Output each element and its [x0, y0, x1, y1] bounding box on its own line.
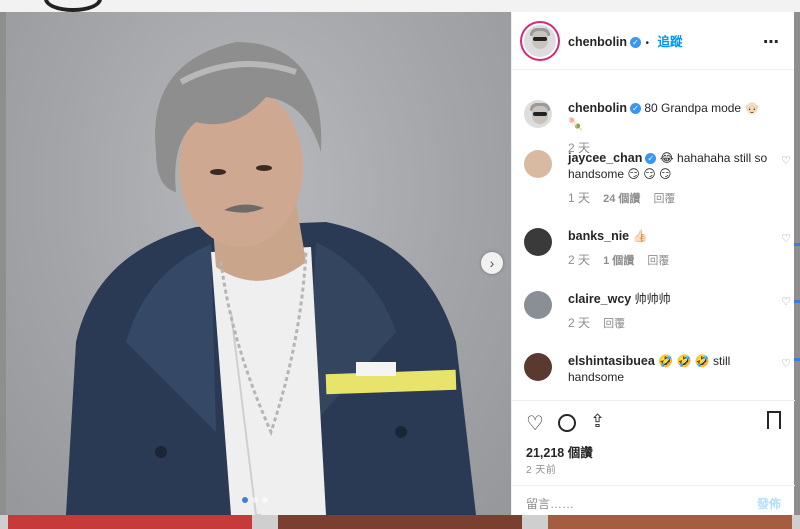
bookmark-icon[interactable] — [767, 411, 781, 429]
background-logo — [44, 0, 102, 12]
post-photo[interactable]: › — [6, 12, 511, 515]
verified-badge-icon: ✓ — [645, 153, 657, 164]
post-modal: › chenbolin ✓ • 追蹤 ⋯ chenbolin ✓ 80 Gran… — [6, 12, 795, 516]
background-page-top — [0, 0, 800, 12]
separator-dot: • — [645, 37, 649, 49]
commenter-avatar[interactable] — [524, 228, 552, 256]
verified-badge-icon: ✓ — [630, 36, 642, 48]
share-icon[interactable]: ⇪ — [590, 411, 605, 436]
author-username[interactable]: chenbolin — [568, 35, 627, 49]
follow-button[interactable]: 追蹤 — [657, 35, 682, 49]
background-tile — [8, 515, 252, 529]
add-comment-bar: 留言…… 發佈 — [512, 485, 795, 516]
commenter-avatar[interactable] — [524, 291, 552, 319]
post-header: chenbolin ✓ • 追蹤 ⋯ — [512, 12, 794, 70]
commenter-avatar[interactable] — [524, 353, 552, 381]
background-tile — [548, 515, 792, 529]
next-photo-button[interactable]: › — [481, 252, 503, 274]
comment-username[interactable]: banks_nie — [568, 229, 629, 243]
posted-time[interactable]: 2 天前 — [526, 461, 556, 476]
reply-button[interactable]: 回覆 — [653, 193, 675, 205]
comment-like-heart-icon[interactable]: ♡ — [781, 357, 791, 370]
carousel-indicator — [242, 497, 268, 503]
comment-likes[interactable]: 1 個讚 — [603, 255, 634, 267]
post-actions: ♡ ⇪ 21,218 個讚 2 天前 留言…… 發佈 — [512, 400, 795, 516]
carousel-dot — [262, 497, 268, 503]
like-heart-icon[interactable]: ♡ — [526, 411, 544, 436]
commenter-avatar[interactable] — [524, 150, 552, 178]
reply-button[interactable]: 回覆 — [603, 318, 625, 330]
comment-username[interactable]: jaycee_chan — [568, 151, 642, 165]
comment-input[interactable]: 留言…… — [526, 495, 574, 512]
comment-like-heart-icon[interactable]: ♡ — [781, 295, 791, 308]
verified-badge-icon: ✓ — [630, 103, 642, 114]
post-comment-button[interactable]: 發佈 — [757, 495, 781, 512]
comment-text: 帅帅帅 — [634, 292, 671, 306]
author-avatar[interactable] — [524, 100, 552, 128]
comments-list[interactable]: chenbolin ✓ 80 Grandpa mode 👴🏻 🍡 2 天 jayc… — [512, 70, 795, 400]
photo-portrait — [66, 42, 476, 515]
comment-username[interactable]: claire_wcy — [568, 292, 631, 306]
like-count[interactable]: 21,218 個讚 — [526, 442, 593, 461]
comment-like-heart-icon[interactable]: ♡ — [781, 154, 791, 167]
comment-time[interactable]: 2 天 — [568, 253, 590, 267]
carousel-dot — [242, 497, 248, 503]
carousel-dot — [252, 497, 258, 503]
comment-likes[interactable]: 24 個讚 — [603, 193, 640, 205]
comment-like-heart-icon[interactable]: ♡ — [781, 232, 791, 245]
comment-bubble-icon[interactable] — [557, 414, 576, 432]
more-options-icon[interactable]: ⋯ — [763, 32, 780, 52]
comment-time[interactable]: 1 天 — [568, 191, 590, 205]
caption-username[interactable]: chenbolin — [568, 101, 627, 115]
comment-time[interactable]: 2 天 — [568, 316, 590, 330]
background-tile — [278, 515, 522, 529]
post-side-panel: chenbolin ✓ • 追蹤 ⋯ chenbolin ✓ 80 Grandpa … — [511, 12, 795, 516]
comment-username[interactable]: elshintasibuea — [568, 354, 655, 368]
reply-button[interactable]: 回覆 — [647, 255, 669, 267]
author-avatar[interactable] — [524, 24, 556, 57]
comment-text: 👍🏻 — [632, 229, 648, 243]
